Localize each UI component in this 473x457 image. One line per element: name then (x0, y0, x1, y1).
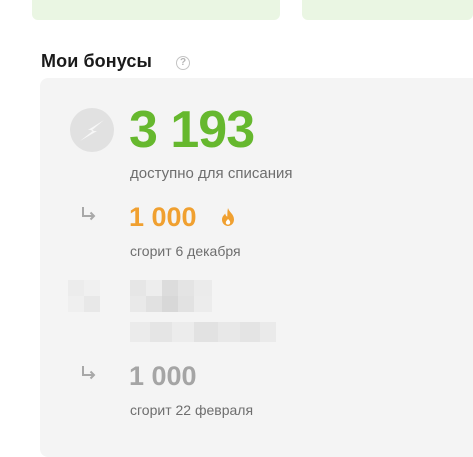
blurred-icon (68, 280, 100, 312)
top-card-right[interactable] (302, 0, 473, 20)
section-title: Мои бонусы (41, 51, 152, 71)
expiring-caption-1: сгорит 6 декабря (130, 243, 241, 259)
fire-icon (219, 207, 237, 227)
lightning-bolt-icon (70, 108, 114, 152)
top-card-left[interactable] (32, 0, 280, 20)
expiring-amount-1: 1 000 (129, 202, 197, 232)
balance-caption: доступно для списания (130, 165, 293, 182)
question-circle-icon[interactable]: ? (176, 56, 190, 70)
balance-amount: 3 193 (129, 101, 255, 159)
return-arrow-icon (80, 364, 98, 382)
expiring-amount-2: 1 000 (129, 361, 197, 391)
blurred-amount (130, 280, 212, 312)
blurred-caption (130, 322, 276, 342)
return-arrow-icon (80, 205, 98, 223)
expiring-caption-2: сгорит 22 февраля (130, 402, 254, 418)
